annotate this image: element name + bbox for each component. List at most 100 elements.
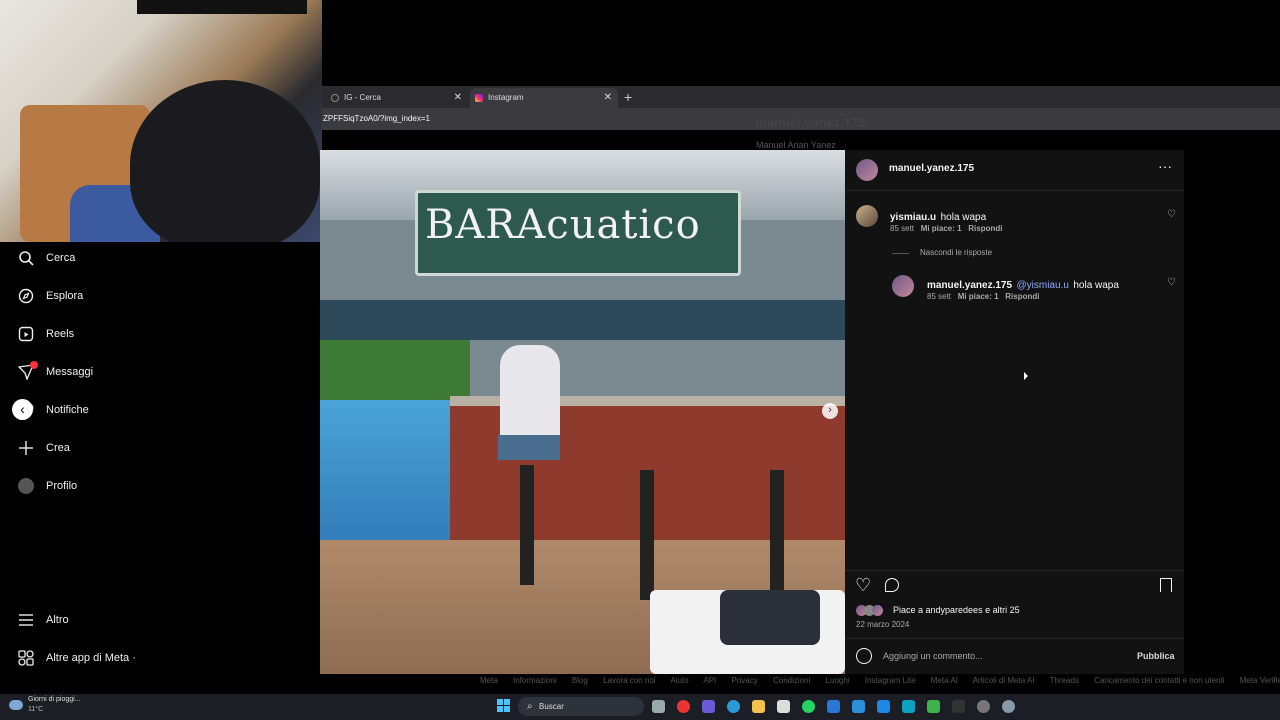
notion-icon[interactable] <box>952 700 965 713</box>
commenter-avatar[interactable] <box>856 205 878 227</box>
new-tab-button[interactable]: + <box>624 88 632 106</box>
footer-link[interactable]: Privacy <box>732 676 758 685</box>
footer-link[interactable]: Aiuto <box>670 676 688 685</box>
input-divider <box>845 638 1184 639</box>
store-icon[interactable] <box>777 700 790 713</box>
next-image-button[interactable]: › <box>822 403 838 419</box>
bookmark-icon[interactable] <box>1160 578 1172 592</box>
weather-icon[interactable] <box>9 700 23 710</box>
plus-icon <box>19 441 33 455</box>
like-icon[interactable]: ♡ <box>855 575 871 596</box>
sidebar-item-label: Reels <box>46 328 75 340</box>
post-image: BARAcuatico <box>320 150 845 674</box>
task-view-icon[interactable] <box>652 700 665 713</box>
sidebar-item-label: Notifiche <box>46 404 89 416</box>
avatar <box>18 478 34 494</box>
close-tab-icon[interactable]: ✕ <box>604 88 612 108</box>
search-icon <box>19 251 34 266</box>
footer-link[interactable]: API <box>703 676 716 685</box>
reply-avatar[interactable] <box>892 275 914 297</box>
menu-icon <box>19 614 33 626</box>
reply-user[interactable]: manuel.yanez.175 <box>927 280 1012 291</box>
comment-icon[interactable] <box>885 578 899 592</box>
footer-link[interactable]: Meta Verified <box>1240 676 1280 685</box>
footer-link[interactable]: Luoghi <box>826 676 850 685</box>
comment-likes[interactable]: Mi piace: 1 <box>921 224 962 233</box>
comment-user[interactable]: yismiau.u <box>890 212 936 223</box>
footer-link[interactable]: Articoli di Meta AI <box>973 676 1035 685</box>
emoji-icon[interactable] <box>856 648 872 664</box>
reply-likes[interactable]: Mi piace: 1 <box>958 292 999 301</box>
like-reply-icon[interactable]: ♡ <box>1167 277 1176 288</box>
liker-avatars <box>856 605 886 617</box>
comment-input[interactable]: Aggiungi un commento... <box>883 651 983 661</box>
search-icon: ⌕ <box>527 701 533 712</box>
reply-meta: 85 sett Mi piace: 1 Rispondi <box>927 292 1039 301</box>
browser-tab-bar: IG - Cerca ✕ Instagram ✕ + <box>322 86 1280 108</box>
app-icon[interactable] <box>902 700 915 713</box>
avatar <box>872 605 883 616</box>
footer-links: Meta Informazioni Blog Lavora con noi Ai… <box>480 676 1280 688</box>
vscode-icon[interactable] <box>852 700 865 713</box>
app-icon[interactable] <box>677 700 690 713</box>
word-icon[interactable] <box>827 700 840 713</box>
minecraft-icon[interactable] <box>927 700 940 713</box>
sidebar-item-label: Crea <box>46 442 70 454</box>
sidebar-item-label: Esplora <box>46 290 84 302</box>
footer-link[interactable]: Instagram Lite <box>865 676 916 685</box>
webcam-person-head <box>130 80 320 242</box>
like-comment-icon[interactable]: ♡ <box>1167 209 1176 220</box>
taskbar-search-label: Buscar <box>539 702 564 711</box>
file-explorer-icon[interactable] <box>752 700 765 713</box>
author-avatar[interactable] <box>856 159 878 181</box>
post-date: 22 marzo 2024 <box>856 620 910 629</box>
comment-meta: 85 sett Mi piace: 1 Rispondi <box>890 224 1002 233</box>
background-profile-header: manuel.yanez.175 <box>755 115 866 130</box>
footer-link[interactable]: Blog <box>572 676 588 685</box>
reply-time: 85 sett <box>927 292 952 301</box>
windows-start-icon[interactable] <box>497 699 511 713</box>
reels-icon <box>18 326 34 342</box>
tab-label: Instagram <box>488 93 524 102</box>
sidebar-item-label: Cerca <box>46 252 76 264</box>
weather-text[interactable]: Giorni di pioggi... <box>28 696 81 703</box>
footer-link[interactable]: Meta AI <box>931 676 958 685</box>
weather-temperature: 11°C <box>28 706 44 713</box>
comment-time: 85 sett <box>890 224 915 233</box>
compass-icon <box>18 288 34 304</box>
photo-stool <box>640 470 654 600</box>
footer-link[interactable]: Informazioni <box>513 676 557 685</box>
reply-mention[interactable]: @yismiau.u <box>1017 280 1069 291</box>
sidebar-item-label: Altre app di Meta · <box>46 652 136 664</box>
search-icon <box>331 94 339 102</box>
edge-icon[interactable] <box>727 700 740 713</box>
sidebar-item-label: Profilo <box>46 480 78 492</box>
tab-instagram[interactable]: Instagram ✕ <box>470 88 618 108</box>
close-tab-icon[interactable]: ✕ <box>454 88 462 108</box>
liked-by[interactable]: Piace a andyparedees e altri 25 <box>893 605 1020 615</box>
publish-button[interactable]: Pubblica <box>1137 651 1175 661</box>
teams-icon[interactable] <box>702 700 715 713</box>
reply-button[interactable]: Rispondi <box>968 224 1002 233</box>
taskbar-search[interactable]: ⌕ Buscar <box>518 697 644 716</box>
app-icon[interactable] <box>977 700 990 713</box>
photo-person-shorts <box>498 435 560 460</box>
tab-ig-cerca[interactable]: IG - Cerca ✕ <box>326 88 468 108</box>
footer-link[interactable]: Caricamento dei contatti e non utenti <box>1094 676 1224 685</box>
previous-image-button[interactable]: ‹ <box>12 399 33 420</box>
instagram-icon <box>475 94 483 102</box>
sidebar-item-label: Messaggi <box>46 366 94 378</box>
photo-sign-text: BARAcuatico <box>425 202 701 248</box>
more-options-icon[interactable]: ··· <box>1158 158 1172 174</box>
hide-replies-button[interactable]: Nascondi le risposte <box>920 248 992 257</box>
post-author[interactable]: manuel.yanez.175 <box>889 163 974 174</box>
settings-icon[interactable] <box>1002 700 1015 713</box>
outlook-icon[interactable] <box>877 700 890 713</box>
footer-link[interactable]: Meta <box>480 676 498 685</box>
footer-link[interactable]: Threads <box>1050 676 1079 685</box>
whatsapp-icon[interactable] <box>802 700 815 713</box>
footer-link[interactable]: Lavora con noi <box>603 676 655 685</box>
footer-link[interactable]: Condizioni <box>773 676 810 685</box>
tab-label: IG - Cerca <box>344 93 381 102</box>
reply-button[interactable]: Rispondi <box>1005 292 1039 301</box>
